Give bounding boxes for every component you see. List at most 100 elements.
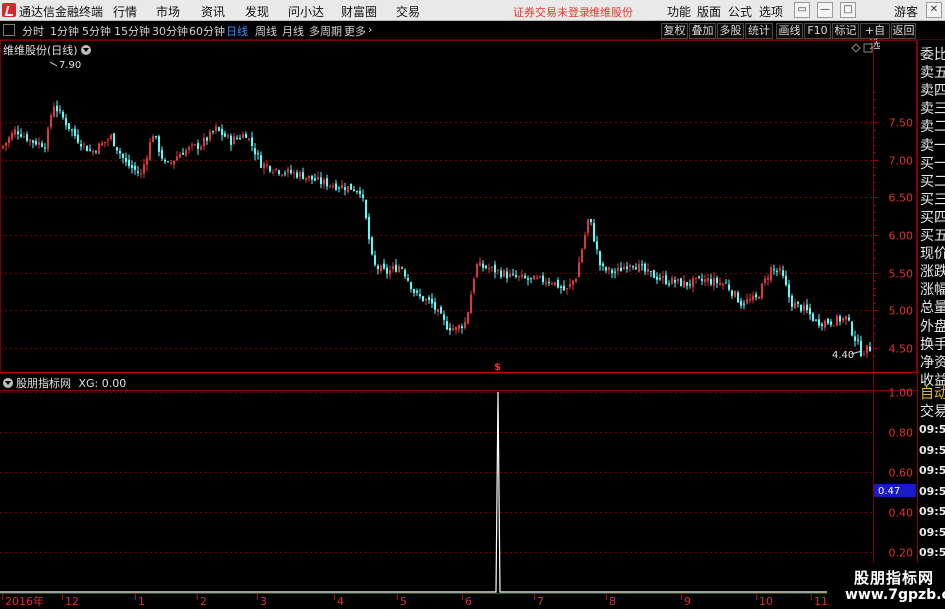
candle-body (743, 303, 745, 305)
candle-body (647, 268, 649, 272)
candle-body (773, 268, 775, 270)
candle-body (830, 321, 832, 325)
candle-body (725, 282, 727, 284)
quote-side-panel: 委比卖五卖四卖三卖二卖一买一买二买三买四买五现价涨跌涨幅总量外盘换手净资收益自动… (917, 41, 945, 600)
candle-body (722, 283, 724, 286)
candle-body (662, 276, 664, 279)
candle-body (560, 286, 562, 288)
price-tick-label: 4.50 (889, 343, 914, 356)
candle-body (506, 271, 508, 279)
candle-body (596, 241, 598, 250)
candlestick-chart[interactable]: 7.50 7.00 6.50 6.00 5.50 5.00 4.50 1.00 0.80 0.60… (0, 0, 945, 609)
watermark-line2: www.7gpzb.com (845, 587, 945, 603)
indicator-tick-label: 0.20 (889, 547, 914, 560)
candle-body (509, 273, 511, 278)
candle-body (731, 290, 733, 296)
candle-body (182, 152, 184, 155)
candle-body (686, 282, 688, 286)
quote-field-label: 现价 (920, 246, 945, 263)
candle-body (488, 268, 490, 270)
dropdown-circle-icon[interactable] (80, 45, 91, 55)
tick-time: 09:54 (919, 443, 945, 457)
candle-body (8, 137, 10, 144)
x-axis-label: 4 (337, 595, 344, 608)
candle-body (479, 261, 481, 266)
kline-title-bar: 维维股份(日线) (3, 42, 91, 58)
candle-body (455, 327, 457, 330)
candle-body (689, 284, 691, 286)
candle-body (95, 151, 97, 153)
candle-body (848, 317, 850, 321)
candle-body (341, 185, 343, 189)
candle-body (368, 216, 370, 240)
candle-body (191, 144, 193, 146)
candle-body (632, 266, 634, 268)
candle-body (380, 265, 382, 272)
candle-body (791, 295, 793, 308)
candle-body (356, 191, 358, 193)
x-axis-label: 12 (65, 595, 79, 608)
candle-body (752, 295, 754, 300)
candle-body (650, 271, 652, 273)
candle-body (530, 277, 532, 279)
quote-field-label: 涨跌 (920, 264, 945, 281)
candle-body (362, 194, 364, 198)
candle-body (602, 263, 604, 267)
candle-body (281, 174, 283, 176)
candle-body (338, 187, 340, 189)
candle-body (578, 262, 580, 278)
candle-body (266, 164, 268, 166)
auto-trade-label[interactable]: 自动 (920, 385, 945, 403)
candle-body (389, 270, 391, 275)
x-axis-label: 8 (609, 595, 616, 608)
x-axis-label: 5 (400, 595, 407, 608)
candle-body (644, 263, 646, 272)
candle-body (533, 275, 535, 280)
x-axis-label: 3 (260, 595, 267, 608)
candle-body (170, 162, 172, 164)
candle-body (749, 299, 751, 301)
candle-body (413, 289, 415, 293)
x-axis-label: 6 (465, 595, 472, 608)
candle-body (323, 179, 325, 185)
candle-body (47, 128, 49, 150)
candle-body (692, 278, 694, 288)
candle-body (137, 171, 139, 174)
candle-body (614, 271, 616, 273)
candle-body (434, 301, 436, 310)
dropdown-circle-icon[interactable] (3, 378, 13, 388)
candle-body (539, 276, 541, 278)
candle-body (203, 137, 205, 147)
high-pointer (49, 61, 58, 67)
watermark-line1: 股朋指标网 (854, 569, 935, 587)
site-watermark: 股朋指标网 www.7gpzb.com (827, 563, 945, 609)
tick-time: 09:54 (919, 525, 945, 539)
candle-body (719, 282, 721, 285)
candle-body (260, 155, 262, 168)
candle-body (518, 276, 520, 278)
price-tick-label: 5.00 (889, 305, 914, 318)
candle-body (104, 141, 106, 144)
candle-body (593, 223, 595, 242)
candle-body (80, 144, 82, 147)
x-axis-label: 7 (537, 595, 544, 608)
candle-body (437, 309, 439, 312)
candle-body (59, 109, 61, 111)
indicator-xg-value: XG: 0.00 (78, 377, 127, 390)
candle-body (53, 106, 55, 117)
trade-label[interactable]: 交易 (920, 403, 945, 421)
candle-body (326, 178, 328, 187)
quote-field-label: 买四 (920, 209, 945, 226)
candle-body (134, 165, 136, 170)
main-chart-frame (0, 40, 917, 373)
candle-body (344, 187, 346, 191)
candle-body (176, 156, 178, 161)
candle-body (599, 251, 601, 266)
x-axis-label: 1 (138, 595, 145, 608)
tick-time: 09:54 (919, 464, 945, 477)
candle-body (677, 278, 679, 282)
candle-body (98, 143, 100, 154)
candle-body (497, 269, 499, 271)
candle-body (158, 136, 160, 152)
candle-body (89, 149, 91, 151)
